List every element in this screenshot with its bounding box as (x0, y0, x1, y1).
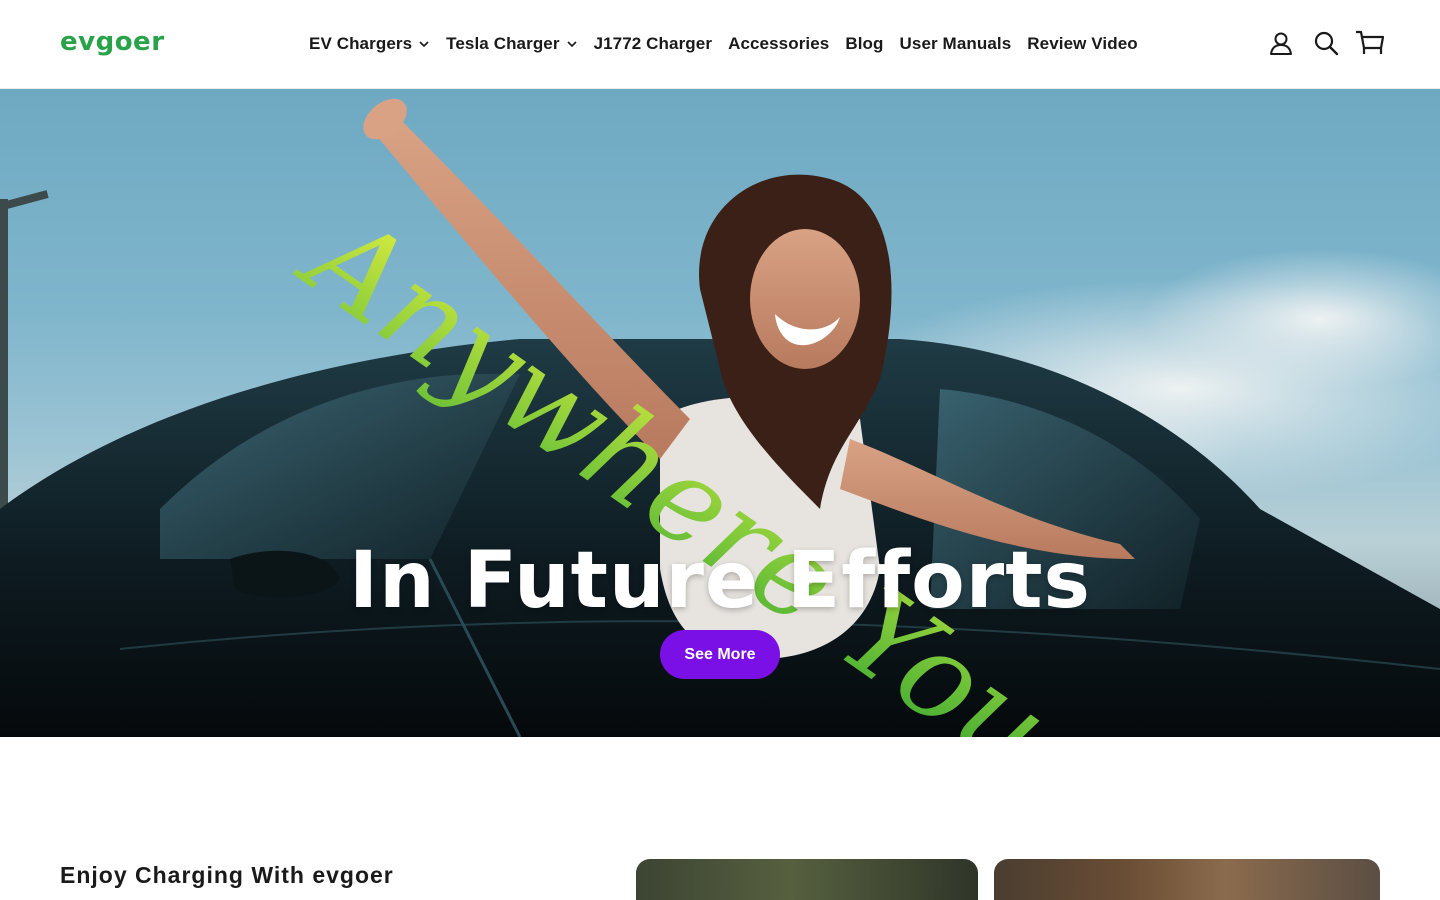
account-icon[interactable] (1265, 27, 1297, 59)
nav-item-label: EV Chargers (309, 34, 413, 53)
hero-banner: Anywhere You Go In Future Efforts See Mo… (0, 89, 1440, 737)
feature-image-2[interactable] (994, 859, 1380, 900)
nav-item-j1772-charger[interactable]: J1772 Charger (594, 34, 712, 54)
chevron-down-icon (418, 38, 430, 50)
nav-item-review-video[interactable]: Review Video (1027, 34, 1138, 54)
nav-item-label: Tesla Charger (446, 34, 560, 53)
nav-item-user-manuals[interactable]: User Manuals (900, 34, 1012, 54)
main-nav: EV Chargers Tesla Charger J1772 Charger … (309, 32, 1138, 56)
section-heading: Enjoy Charging With evgoer (60, 862, 394, 888)
brand-logo[interactable]: evgoer (60, 26, 165, 58)
nav-item-ev-chargers[interactable]: EV Chargers (309, 34, 430, 54)
nav-item-tesla-charger[interactable]: Tesla Charger (446, 34, 577, 54)
hero-title: In Future Efforts (349, 536, 1091, 626)
nav-item-label: J1772 Charger (593, 34, 713, 53)
nav-item-label: Blog (845, 34, 884, 53)
brand-logo-text: evgoer (60, 27, 165, 57)
nav-item-label: Review Video (1027, 34, 1138, 53)
cart-icon[interactable] (1354, 27, 1386, 59)
nav-item-blog[interactable]: Blog (845, 34, 883, 54)
nav-item-accessories[interactable]: Accessories (728, 34, 829, 54)
see-more-button[interactable]: See More (660, 630, 780, 679)
search-icon[interactable] (1310, 27, 1342, 59)
nav-item-label: Accessories (728, 34, 830, 53)
site-header: evgoer EV Chargers Tesla Charger J1772 C… (0, 0, 1440, 89)
nav-item-label: User Manuals (899, 34, 1012, 53)
chevron-down-icon (566, 38, 578, 50)
feature-image-1[interactable] (636, 859, 978, 900)
